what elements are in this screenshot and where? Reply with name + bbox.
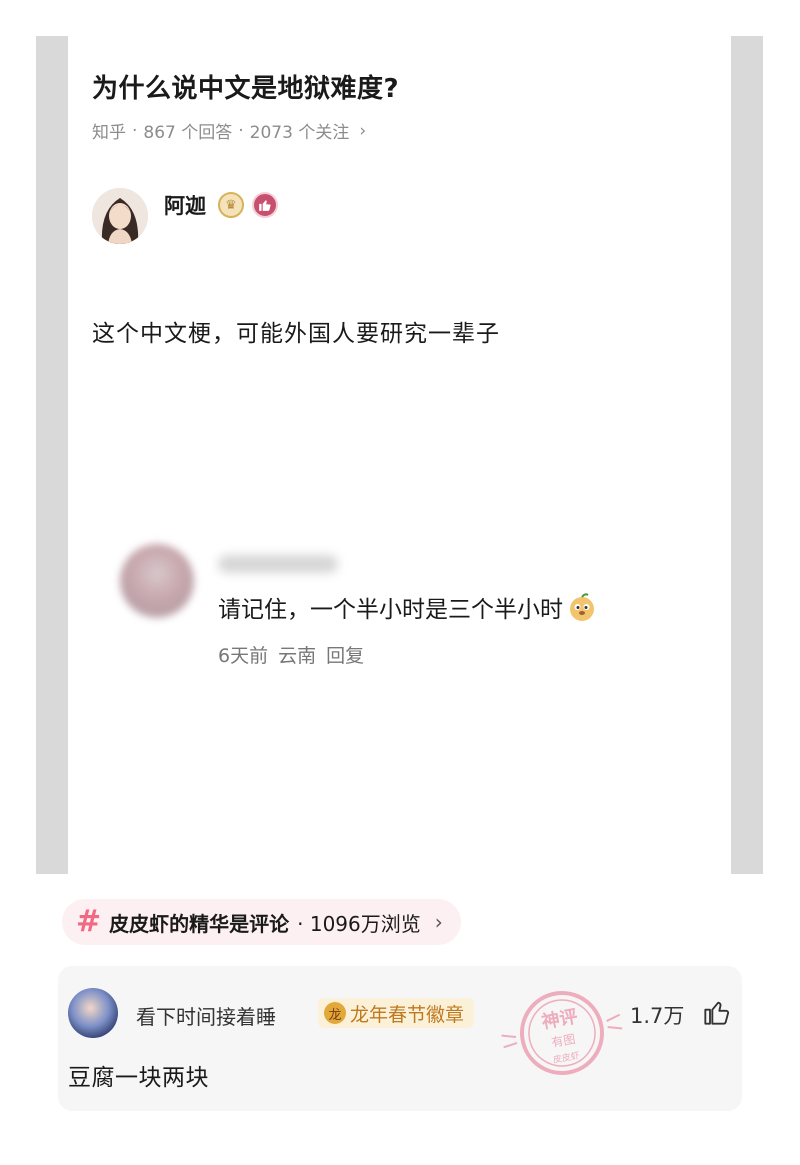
question-title[interactable]: 为什么说中文是地狱难度?	[92, 68, 399, 105]
hash-icon: #	[76, 904, 102, 939]
crown-badge-icon: ♛	[218, 192, 244, 218]
topic-views: · 1096万浏览	[297, 911, 421, 936]
badge-label: 龙年春节徽章	[350, 1003, 465, 1026]
screenshot-card	[68, 36, 731, 874]
answer-text: 这个中文梗，可能外国人要研究一辈子	[92, 321, 500, 347]
dragon-badge-icon: 龙	[324, 1002, 346, 1024]
right-margin-bar	[731, 36, 763, 874]
festival-badge[interactable]: 龙 龙年春节徽章	[318, 998, 475, 1028]
meta-separator: ·	[132, 120, 138, 141]
blurred-username	[218, 555, 338, 573]
like-count: 1.7万	[630, 1004, 685, 1028]
topic-pill[interactable]: # 皮皮虾的精华是评论 · 1096万浏览 ›	[62, 899, 461, 945]
follower-count: 2073 个关注	[249, 123, 350, 143]
source-label: 知乎	[92, 123, 126, 143]
commenter-username[interactable]: 看下时间接着睡	[136, 1001, 276, 1030]
reply-text: 请记住，一个半小时是三个半小时	[218, 590, 597, 624]
svg-text:有图: 有图	[550, 1032, 576, 1050]
thumbs-up-icon[interactable]	[703, 998, 731, 1026]
reply-time: 6天前	[218, 645, 269, 667]
meta-separator: ·	[238, 120, 244, 141]
answer-count: 867 个回答	[143, 123, 233, 143]
reply-button[interactable]: 回复	[326, 641, 364, 668]
chevron-right-icon: ›	[359, 120, 367, 141]
reply-location: 云南	[278, 645, 317, 667]
commenter-avatar[interactable]	[68, 988, 118, 1038]
left-margin-bar	[36, 36, 68, 874]
topic-name: 皮皮虾的精华是评论	[109, 911, 290, 936]
thumbs-up-badge-icon	[252, 192, 278, 218]
chevron-right-icon: ›	[434, 910, 443, 934]
reply-text-content: 请记住，一个半小时是三个半小时	[218, 597, 563, 623]
svg-text:神评: 神评	[540, 1005, 579, 1033]
question-meta[interactable]: 知乎 · 867 个回答 · 2073 个关注 ›	[92, 118, 367, 144]
blurred-avatar	[120, 544, 194, 618]
author-name[interactable]: 阿迦	[164, 190, 206, 220]
comment-body: 豆腐一块两块	[68, 1065, 209, 1091]
meerkat-emoji-icon	[567, 592, 597, 622]
reply-meta: 6天前 云南 回复	[218, 641, 364, 668]
author-avatar[interactable]	[92, 188, 148, 244]
